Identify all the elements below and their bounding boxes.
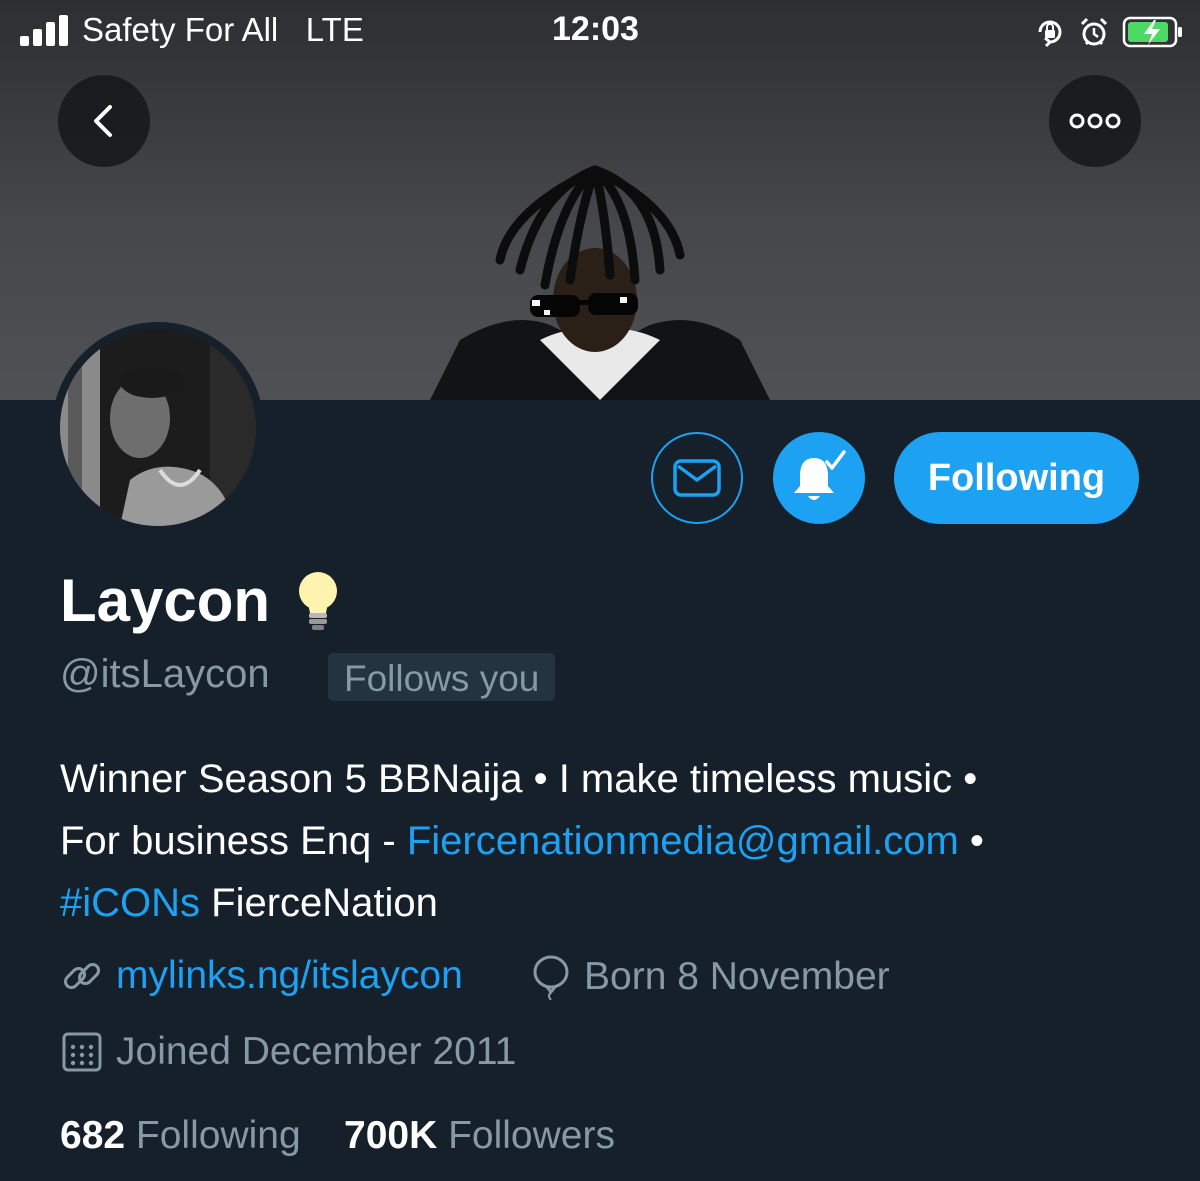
bio-text: FierceNation [200,881,438,925]
follow-stats: 682 Following 700K Followers [60,1114,615,1158]
status-time: 12:03 [552,10,639,48]
balloon-icon [533,955,569,1000]
lightbulb-icon [299,571,338,630]
battery-charging-icon [1122,16,1182,48]
status-bar: Safety For All LTE 12:03 [0,0,1200,62]
bio-line-3: #iCONs FierceNation [60,872,1170,934]
bio-line-1: Winner Season 5 BBNaija • I make timeles… [60,757,978,801]
followers-stat-label: Followers [448,1114,615,1157]
website-link[interactable]: mylinks.ng/itslaycon [116,954,463,998]
more-horizontal-icon [1069,113,1121,129]
link-icon [63,962,101,990]
banner-photo [430,165,770,400]
profile-name: Laycon [60,567,271,634]
chevron-left-icon [94,105,112,137]
more-options-button[interactable] [1049,75,1141,167]
alarm-icon [1080,17,1108,46]
following-stat[interactable]: 682 Following [60,1114,301,1157]
orientation-lock-icon [1038,20,1062,48]
bio-hashtag-link[interactable]: #iCONs [60,881,200,925]
status-icons [1034,12,1184,52]
bio-line-2: For business Enq - Fiercenationmedia@gma… [60,810,1170,872]
envelope-icon [673,459,721,497]
following-stat-label: Following [135,1114,301,1157]
followers-count: 700K [344,1114,438,1157]
following-button[interactable]: Following [894,432,1139,524]
joined-row: Joined December 2011 [60,1030,516,1074]
carrier-name: Safety For All [82,11,279,48]
profile-bio: Winner Season 5 BBNaija • I make timeles… [60,748,1170,934]
profile-avatar[interactable] [52,322,264,534]
followers-stat[interactable]: 700K Followers [344,1114,615,1157]
notifications-button[interactable] [773,432,865,524]
birthday-text: Born 8 November [584,955,890,998]
bio-email-link[interactable]: Fiercenationmedia@gmail.com [407,819,959,863]
carrier-label: Safety For All LTE [82,11,364,49]
calendar-icon [62,1032,102,1072]
back-button[interactable] [58,75,150,167]
bell-check-icon [794,450,846,500]
joined-text: Joined December 2011 [116,1030,517,1073]
follows-you-badge: Follows you [328,653,556,701]
website-row: mylinks.ng/itslaycon [60,954,463,998]
birthday-row: Born 8 November [530,954,890,1000]
bio-business-text: For business Enq - [60,819,407,863]
message-button[interactable] [651,432,743,524]
profile-handle: @itsLaycon [60,652,270,696]
network-type: LTE [305,11,364,48]
signal-icon [20,14,70,46]
profile-name-row: Laycon [60,566,340,635]
avatar-photo [60,330,256,526]
following-count: 682 [60,1114,126,1157]
bio-separator: • [958,819,984,863]
